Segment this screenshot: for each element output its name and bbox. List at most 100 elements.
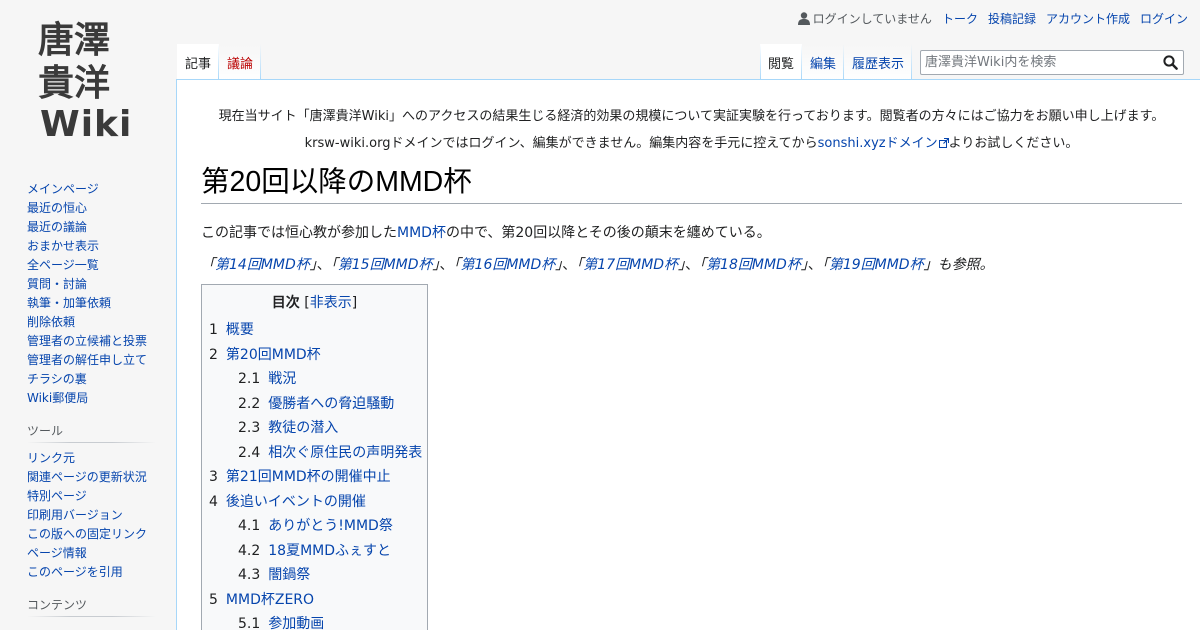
tools-heading: ツール [27, 422, 164, 443]
tab-edit[interactable]: 編集 [802, 44, 845, 80]
toc-subitem: 4.1 ありがとう!MMD祭 [238, 514, 420, 539]
see-also-separator: 、 [316, 257, 331, 274]
toc-number: 2.1 [238, 371, 261, 388]
toc-link[interactable]: 4 後追いイベントの開催 [209, 494, 366, 510]
toc-link[interactable]: 2 第20回MMD杯 [209, 347, 321, 363]
sidebar-tool-item: 印刷用バージョン [27, 506, 164, 525]
toc-link[interactable]: 2.2 優勝者への脅迫騒動 [238, 396, 394, 412]
toc-subitem: 4.3 闇鍋祭 [238, 563, 420, 588]
see-also-separator: 、 [439, 257, 454, 274]
toc-item: 1 概要 [209, 318, 420, 343]
toc-text: 優勝者への脅迫騒動 [268, 395, 395, 412]
toc-toggle-wrap: [非表示] [304, 295, 358, 312]
sonshi-domain-link[interactable]: sonshi.xyzドメイン [818, 136, 949, 151]
sidebar-nav-link[interactable]: 管理者の立候補と投票 [27, 334, 147, 348]
personal-tools: ログインしていません トーク 投稿記録 アカウント作成 ログイン [797, 10, 1188, 27]
toc-link[interactable]: 5.1 参加動画 [238, 616, 324, 630]
toc-sublist: 5.1 参加動画 [238, 612, 420, 630]
sidebar-nav-item: 執筆・加筆依頼 [27, 294, 164, 313]
sidebar-tool-link[interactable]: ページ情報 [27, 546, 87, 560]
sidebar-nav-item: 削除依頼 [27, 313, 164, 332]
see-also-suffix: も参照。 [937, 257, 994, 274]
site-notice: 現在当サイト「唐澤貴洋Wiki」へのアクセスの結果生じる経済的効果の規模について… [201, 80, 1182, 157]
sidebar-nav-item: メインページ [27, 180, 164, 199]
contributions-link[interactable]: 投稿記録 [988, 10, 1036, 27]
anon-status: ログインしていません [797, 10, 932, 27]
toc-subitem: 4.2 18夏MMDふぇすと [238, 539, 420, 564]
see-also-link[interactable]: 第17回MMD杯 [583, 257, 678, 273]
mmd-cup-link[interactable]: MMD杯 [397, 225, 446, 241]
sidebar: メインページ 最近の恒心最近の議論おまかせ表示 全ページ一覧 質問・討論執筆・加筆依頼… [0, 180, 176, 623]
sidebar-nav-link[interactable]: 執筆・加筆依頼 [27, 296, 111, 310]
see-also-link[interactable]: 第19回MMD杯 [829, 257, 924, 273]
toc-link[interactable]: 4.3 闇鍋祭 [238, 567, 310, 583]
toc-link[interactable]: 2.4 相次ぐ原住民の声明発表 [238, 445, 422, 461]
sidebar-nav-link[interactable]: 削除依頼 [27, 315, 75, 329]
search-input[interactable] [921, 51, 1151, 74]
sidebar-nav-item: チラシの裏 [27, 370, 164, 389]
intro-post: の中で、第20回以降とその後の顛末を纏めている。 [445, 225, 771, 242]
tab-history[interactable]: 履歴表示 [844, 44, 913, 80]
sidebar-nav-link[interactable]: 最近の恒心 [27, 201, 87, 215]
sidebar-nav-link[interactable]: Wiki郵便局 [27, 391, 88, 405]
toc-link[interactable]: 4.2 18夏MMDふぇすと [238, 543, 391, 559]
search-icon [1163, 55, 1178, 70]
toc-number: 4.2 [238, 542, 261, 559]
see-also-link[interactable]: 第15回MMD杯 [338, 257, 433, 273]
toc-number: 2.3 [238, 420, 261, 437]
toc-text: 18夏MMDふぇすと [268, 542, 392, 559]
toc-link[interactable]: 2.1 戦況 [238, 371, 296, 387]
toc-sublist: 4.1 ありがとう!MMD祭 4.2 18夏MMDふぇすと 4.3 闇鍋祭 [238, 514, 420, 588]
tab-discussion[interactable]: 議論 [219, 44, 262, 80]
sidebar-nav-link[interactable]: チラシの裏 [27, 372, 87, 386]
tab-article[interactable]: 記事 [177, 44, 220, 80]
sidebar-tool-link[interactable]: この版への固定リンク [27, 527, 147, 541]
sidebar-nav-link[interactable]: 質問・討論 [27, 277, 87, 291]
search-button[interactable] [1163, 55, 1178, 70]
toc-link[interactable]: 2.3 教徒の潜入 [238, 420, 338, 436]
toc-text: 後追いイベントの開催 [225, 493, 366, 510]
site-notice-line2-post: よりお試しください。 [948, 136, 1079, 151]
toc-number: 2.4 [238, 444, 261, 461]
site-logo[interactable]: 唐澤 貴洋 Wiki [0, 0, 176, 160]
sidebar-tool-link[interactable]: 関連ページの更新状況 [27, 470, 147, 484]
navigation-list: メインページ 最近の恒心最近の議論おまかせ表示 全ページ一覧 質問・討論執筆・加筆依頼… [27, 180, 164, 408]
toc-item: 2 第20回MMD杯 2.1 戦況 2.2 優勝者への脅迫騒動 2.3 教徒の潜入 2.4 相次ぐ… [209, 343, 422, 466]
toc-link[interactable]: 3 第21回MMD杯の開催中止 [209, 469, 391, 485]
tab-read[interactable]: 閲覧 [760, 44, 803, 80]
external-link-icon [938, 137, 949, 148]
sidebar-nav-item: 最近の議論 [27, 218, 164, 237]
tab-edit-label: 編集 [810, 57, 837, 72]
sidebar-nav-item: 最近の恒心 [27, 199, 164, 218]
toc-toggle-link[interactable]: 非表示 [310, 295, 352, 311]
sidebar-tool-link[interactable]: 特別ページ [27, 489, 87, 503]
see-also-link[interactable]: 第18回MMD杯 [706, 257, 801, 273]
table-of-contents: 目次 [非表示] 1 概要 2 第20回MMD杯 2.1 戦況 2.2 優勝者への脅迫騒動 2.… [201, 284, 428, 630]
sidebar-nav-link[interactable]: メインページ [27, 182, 99, 196]
sidebar-tool-link[interactable]: リンク元 [27, 451, 75, 465]
talk-link[interactable]: トーク [942, 10, 978, 27]
toc-link[interactable]: 1 概要 [209, 322, 254, 338]
page-title: 第20回以降のMMD杯 [201, 164, 1182, 205]
quote-open: 「 [330, 257, 338, 274]
not-logged-in-text: ログインしていません [812, 11, 932, 26]
see-also-link[interactable]: 第16回MMD杯 [461, 257, 556, 273]
toc-link[interactable]: 4.1 ありがとう!MMD祭 [238, 518, 393, 534]
sidebar-nav-link[interactable]: 全ページ一覧 [27, 258, 99, 272]
create-account-link[interactable]: アカウント作成 [1046, 10, 1130, 27]
toc-text: MMD杯ZERO [225, 591, 315, 608]
toc-link[interactable]: 5 MMD杯ZERO [209, 592, 314, 608]
see-also-link[interactable]: 第14回MMD杯 [215, 257, 310, 273]
see-also-note: 「第14回MMD杯」、「第15回MMD杯」、「第16回MMD杯」、「第17回MM… [201, 254, 1182, 276]
sidebar-tool-link[interactable]: 印刷用バージョン [27, 508, 123, 522]
intro-paragraph: この記事では恒心教が参加したMMD杯の中で、第20回以降とその後の顛末を纏めてい… [201, 222, 1182, 244]
quote-open: 「 [201, 257, 215, 274]
sidebar-nav-link[interactable]: 最近の議論 [27, 220, 87, 234]
sidebar-nav-link[interactable]: おまかせ表示 [27, 239, 99, 253]
sidebar-nav-link[interactable]: 管理者の解任申し立て [27, 353, 147, 367]
sidebar-tool-link[interactable]: このページを引用 [27, 565, 123, 579]
quote-open: 「 [821, 257, 829, 274]
login-link[interactable]: ログイン [1140, 10, 1188, 27]
sonshi-domain-link-text: sonshi.xyzドメイン [817, 136, 938, 151]
toc-number: 1 [209, 322, 218, 339]
